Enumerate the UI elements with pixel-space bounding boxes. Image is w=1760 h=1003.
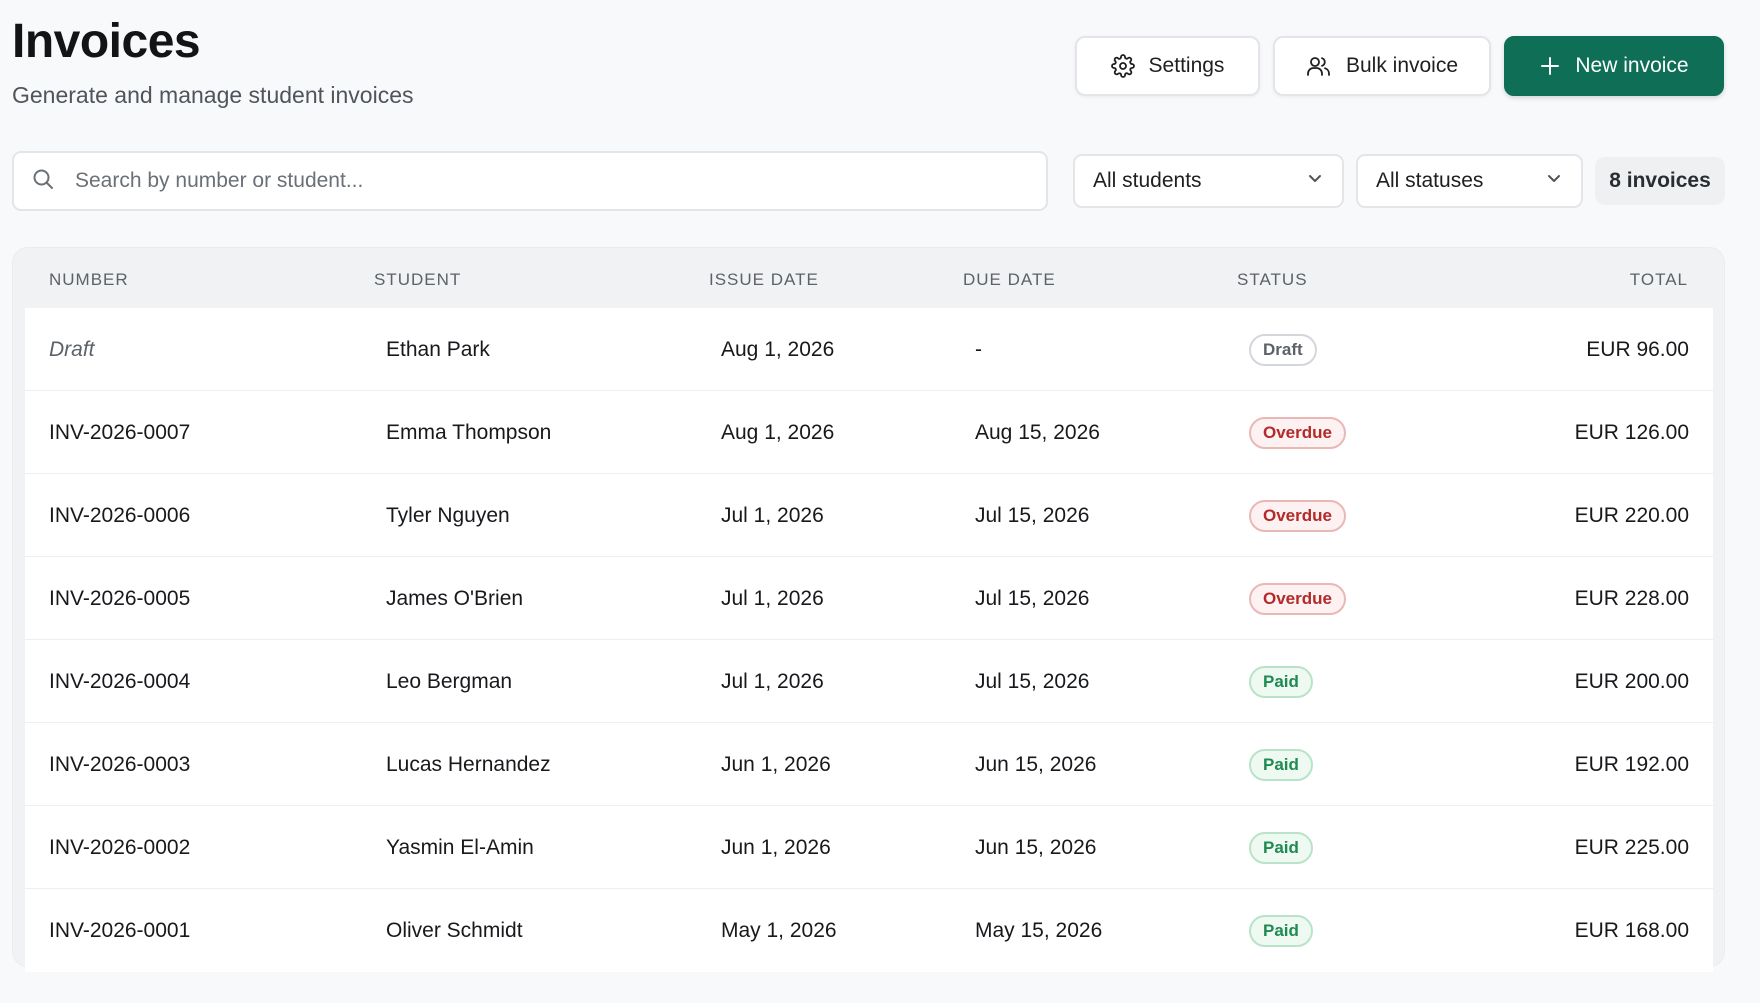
status-badge: Draft xyxy=(1249,333,1317,366)
new-invoice-button-label: New invoice xyxy=(1575,54,1689,77)
issue-date: May 1, 2026 xyxy=(721,918,837,942)
status-cell: Paid xyxy=(1249,806,1313,889)
invoice-total: EUR 200.00 xyxy=(1574,669,1689,693)
invoice-count-badge: 8 invoices xyxy=(1595,157,1725,205)
status-badge: Paid xyxy=(1249,914,1313,947)
status-badge: Overdue xyxy=(1249,582,1346,615)
due-date: Jul 15, 2026 xyxy=(975,586,1090,610)
table-body: Draft Ethan Park Aug 1, 2026 - Draft EUR 96.0… xyxy=(25,308,1713,972)
status-cell: Draft xyxy=(1249,308,1317,391)
status-cell: Overdue xyxy=(1249,391,1346,474)
invoice-number: Draft xyxy=(49,337,95,361)
chevron-down-icon xyxy=(1306,169,1324,193)
invoice-total: EUR 126.00 xyxy=(1574,420,1689,444)
status-badge: Overdue xyxy=(1249,416,1346,449)
due-date: - xyxy=(975,337,982,361)
status-badge: Paid xyxy=(1249,831,1313,864)
table-row[interactable]: INV-2026-0002 Yasmin El-Amin Jun 1, 2026 Ju… xyxy=(25,806,1713,889)
column-header-status: STATUS xyxy=(1237,270,1308,289)
bulk-invoice-button[interactable]: Bulk invoice xyxy=(1273,36,1491,96)
search-icon xyxy=(31,167,55,196)
issue-date: Jul 1, 2026 xyxy=(721,669,824,693)
users-icon xyxy=(1306,54,1332,78)
due-date: Jul 15, 2026 xyxy=(975,669,1090,693)
status-cell: Overdue xyxy=(1249,474,1346,557)
student-name: Lucas Hernandez xyxy=(386,752,551,776)
search-bar xyxy=(12,151,1048,211)
student-name: Emma Thompson xyxy=(386,420,552,444)
table-row[interactable]: Draft Ethan Park Aug 1, 2026 - Draft EUR 96.0… xyxy=(25,308,1713,391)
issue-date: Jul 1, 2026 xyxy=(721,586,824,610)
table-row[interactable]: INV-2026-0003 Lucas Hernandez Jun 1, 2026 J… xyxy=(25,723,1713,806)
issue-date: Aug 1, 2026 xyxy=(721,420,835,444)
status-cell: Paid xyxy=(1249,889,1313,972)
student-name: Ethan Park xyxy=(386,337,490,361)
invoice-number: INV-2026-0006 xyxy=(49,503,191,527)
invoice-total: EUR 168.00 xyxy=(1574,918,1689,942)
new-invoice-button[interactable]: New invoice xyxy=(1504,36,1724,96)
statuses-filter-select[interactable]: All statuses xyxy=(1356,154,1583,208)
due-date: Jun 15, 2026 xyxy=(975,835,1097,859)
student-name: Tyler Nguyen xyxy=(386,503,510,527)
invoices-table: NUMBER STUDENT ISSUE DATE DUE DATE STATU… xyxy=(12,247,1725,972)
table-row[interactable]: INV-2026-0005 James O'Brien Jul 1, 2026 Jul… xyxy=(25,557,1713,640)
column-header-student: STUDENT xyxy=(374,270,462,289)
search-input[interactable] xyxy=(75,169,975,193)
column-header-due-date: DUE DATE xyxy=(963,270,1056,289)
plus-icon xyxy=(1539,55,1561,77)
status-badge: Paid xyxy=(1249,665,1313,698)
table-row[interactable]: INV-2026-0007 Emma Thompson Aug 1, 2026 Aug… xyxy=(25,391,1713,474)
student-name: Yasmin El-Amin xyxy=(386,835,534,859)
header-actions: Settings Bulk invoice New invoice xyxy=(1075,36,1724,96)
column-header-number: NUMBER xyxy=(49,270,129,289)
issue-date: Aug 1, 2026 xyxy=(721,337,835,361)
student-name: James O'Brien xyxy=(386,586,524,610)
table-row[interactable]: INV-2026-0006 Tyler Nguyen Jul 1, 2026 Jul … xyxy=(25,474,1713,557)
status-cell: Paid xyxy=(1249,640,1313,723)
students-filter-value: All students xyxy=(1093,169,1202,192)
invoice-number: INV-2026-0004 xyxy=(49,669,191,693)
table-row[interactable]: INV-2026-0001 Oliver Schmidt May 1, 2026 Ma… xyxy=(25,889,1713,972)
issue-date: Jul 1, 2026 xyxy=(721,503,824,527)
status-cell: Overdue xyxy=(1249,557,1346,640)
due-date: Jul 15, 2026 xyxy=(975,503,1090,527)
student-name: Oliver Schmidt xyxy=(386,918,523,942)
invoice-total: EUR 96.00 xyxy=(1586,337,1689,361)
page-title: Invoices xyxy=(12,15,201,68)
settings-button[interactable]: Settings xyxy=(1075,36,1260,96)
due-date: May 15, 2026 xyxy=(975,918,1103,942)
status-badge: Overdue xyxy=(1249,499,1346,532)
invoice-number: INV-2026-0005 xyxy=(49,586,191,610)
column-header-total: TOTAL xyxy=(1629,270,1688,289)
invoice-number: INV-2026-0002 xyxy=(49,835,191,859)
invoice-total: EUR 228.00 xyxy=(1574,586,1689,610)
invoice-number: INV-2026-0001 xyxy=(49,918,191,942)
issue-date: Jun 1, 2026 xyxy=(721,752,831,776)
invoice-number: INV-2026-0007 xyxy=(49,420,191,444)
students-filter-select[interactable]: All students xyxy=(1073,154,1344,208)
page-subtitle: Generate and manage student invoices xyxy=(12,82,414,108)
bulk-invoice-button-label: Bulk invoice xyxy=(1345,54,1459,77)
gear-icon xyxy=(1110,54,1135,78)
table-header: NUMBER STUDENT ISSUE DATE DUE DATE STATU… xyxy=(13,248,1724,308)
invoice-total: EUR 220.00 xyxy=(1574,503,1689,527)
invoice-total: EUR 225.00 xyxy=(1574,835,1689,859)
chevron-down-icon xyxy=(1545,169,1563,193)
invoice-number: INV-2026-0003 xyxy=(49,752,191,776)
student-name: Leo Bergman xyxy=(386,669,513,693)
statuses-filter-value: All statuses xyxy=(1376,169,1484,192)
status-badge: Paid xyxy=(1249,748,1313,781)
due-date: Jun 15, 2026 xyxy=(975,752,1097,776)
due-date: Aug 15, 2026 xyxy=(975,420,1100,444)
invoice-total: EUR 192.00 xyxy=(1574,752,1689,776)
settings-button-label: Settings xyxy=(1148,54,1225,77)
status-cell: Paid xyxy=(1249,723,1313,806)
issue-date: Jun 1, 2026 xyxy=(721,835,831,859)
table-row[interactable]: INV-2026-0004 Leo Bergman Jul 1, 2026 Jul 1… xyxy=(25,640,1713,723)
column-header-issue-date: ISSUE DATE xyxy=(709,270,819,289)
